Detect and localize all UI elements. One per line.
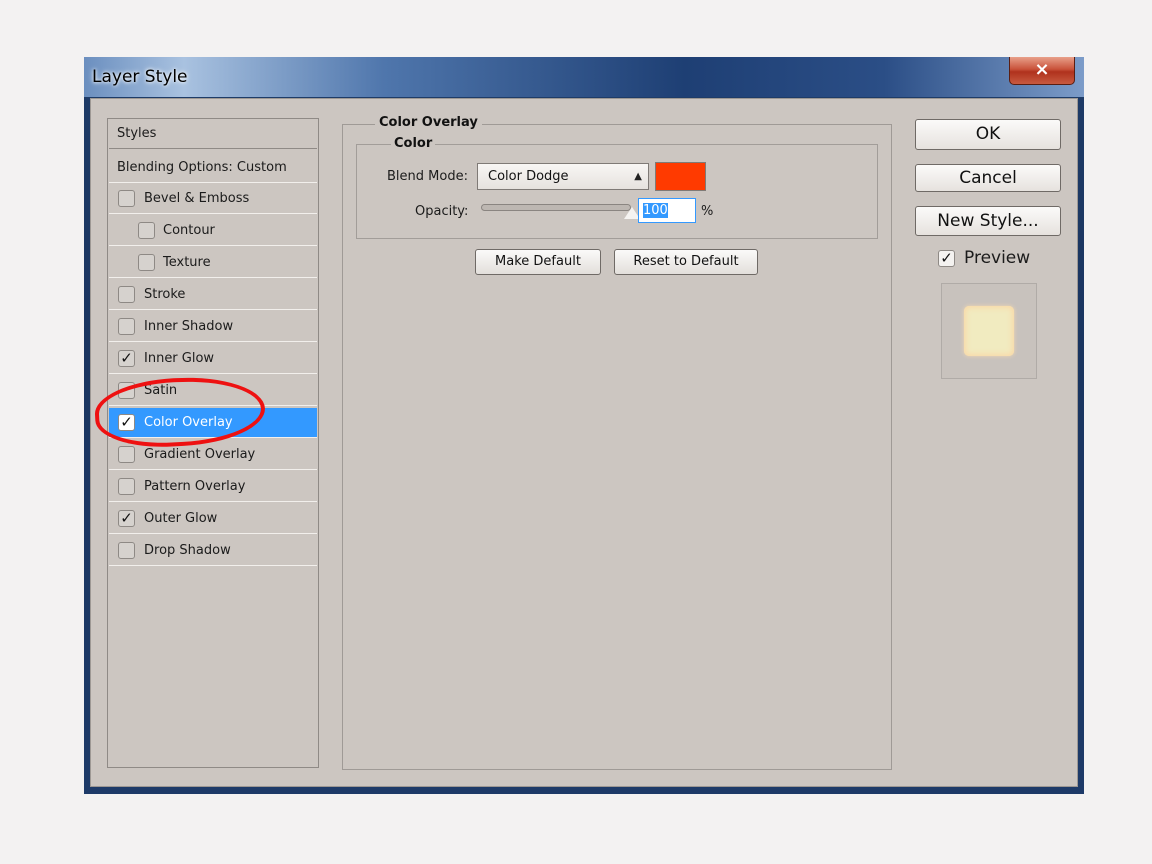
style-item-label: Texture [163, 255, 211, 270]
checkbox[interactable] [118, 446, 135, 463]
styles-header-label: Styles [117, 126, 157, 141]
style-item-contour[interactable]: Contour [109, 216, 317, 246]
color-group-title: Color [391, 136, 436, 151]
checkmark-icon: ✓ [120, 349, 133, 367]
style-item-label: Inner Shadow [144, 319, 234, 334]
checkbox[interactable] [118, 286, 135, 303]
cancel-button[interactable]: Cancel [915, 164, 1061, 192]
close-button[interactable]: × [1009, 57, 1075, 85]
preview-swatch [964, 306, 1014, 356]
style-item-drop-shadow[interactable]: Drop Shadow [109, 536, 317, 566]
checkbox[interactable] [118, 190, 135, 207]
style-item-bevel-emboss[interactable]: Bevel & Emboss [109, 184, 317, 214]
title-bar[interactable]: Layer Style × [84, 57, 1084, 97]
preview-checkbox-row[interactable]: ✓ Preview [938, 248, 1058, 270]
opacity-slider[interactable] [481, 204, 631, 211]
panel-title: Color Overlay [375, 115, 482, 130]
opacity-label: Opacity: [415, 204, 469, 219]
style-item-label: Stroke [144, 287, 186, 302]
style-item-label: Pattern Overlay [144, 479, 246, 494]
checkbox[interactable] [138, 222, 155, 239]
checkmark-icon: ✓ [120, 509, 133, 527]
style-item-label: Contour [163, 223, 215, 238]
style-item-pattern-overlay[interactable]: Pattern Overlay [109, 472, 317, 502]
blend-mode-value: Color Dodge [488, 169, 569, 184]
blending-options-label: Blending Options: Custom [117, 160, 287, 175]
window-title: Layer Style [92, 67, 188, 87]
preview-label: Preview [964, 248, 1031, 268]
reset-to-default-button[interactable]: Reset to Default [614, 249, 758, 275]
ok-button[interactable]: OK [915, 119, 1061, 150]
opacity-input[interactable]: 100 [638, 198, 696, 223]
style-item-outer-glow[interactable]: ✓ Outer Glow [109, 504, 317, 534]
blend-mode-label: Blend Mode: [387, 169, 468, 184]
checkbox[interactable] [118, 542, 135, 559]
new-style-button[interactable]: New Style... [915, 206, 1061, 236]
checkbox[interactable] [138, 254, 155, 271]
checkbox-checked[interactable]: ✓ [118, 510, 135, 527]
opacity-value: 100 [643, 203, 668, 218]
blending-options-item[interactable]: Blending Options: Custom [109, 153, 317, 183]
styles-header[interactable]: Styles [109, 119, 317, 149]
make-default-button[interactable]: Make Default [475, 249, 601, 275]
close-icon: × [1034, 59, 1050, 80]
style-item-inner-shadow[interactable]: Inner Shadow [109, 312, 317, 342]
overlay-color-swatch[interactable] [655, 162, 706, 191]
style-item-label: Drop Shadow [144, 543, 231, 558]
style-item-label: Bevel & Emboss [144, 191, 250, 206]
style-item-label: Outer Glow [144, 511, 218, 526]
checkbox[interactable] [118, 318, 135, 335]
checkmark-icon: ✓ [940, 249, 953, 267]
updown-arrows-icon: ▲ [634, 171, 642, 182]
blend-mode-select[interactable]: Color Dodge ▲ [477, 163, 649, 190]
opacity-unit: % [701, 204, 714, 219]
style-item-stroke[interactable]: Stroke [109, 280, 317, 310]
preview-thumbnail [941, 283, 1037, 379]
preview-checkbox[interactable]: ✓ [938, 250, 955, 267]
checkbox-checked[interactable]: ✓ [118, 350, 135, 367]
style-item-texture[interactable]: Texture [109, 248, 317, 278]
color-group [356, 144, 878, 239]
style-item-inner-glow[interactable]: ✓ Inner Glow [109, 344, 317, 374]
dialog-body: Styles Blending Options: Custom Bevel & … [90, 98, 1078, 787]
style-item-label: Inner Glow [144, 351, 215, 366]
checkbox[interactable] [118, 478, 135, 495]
